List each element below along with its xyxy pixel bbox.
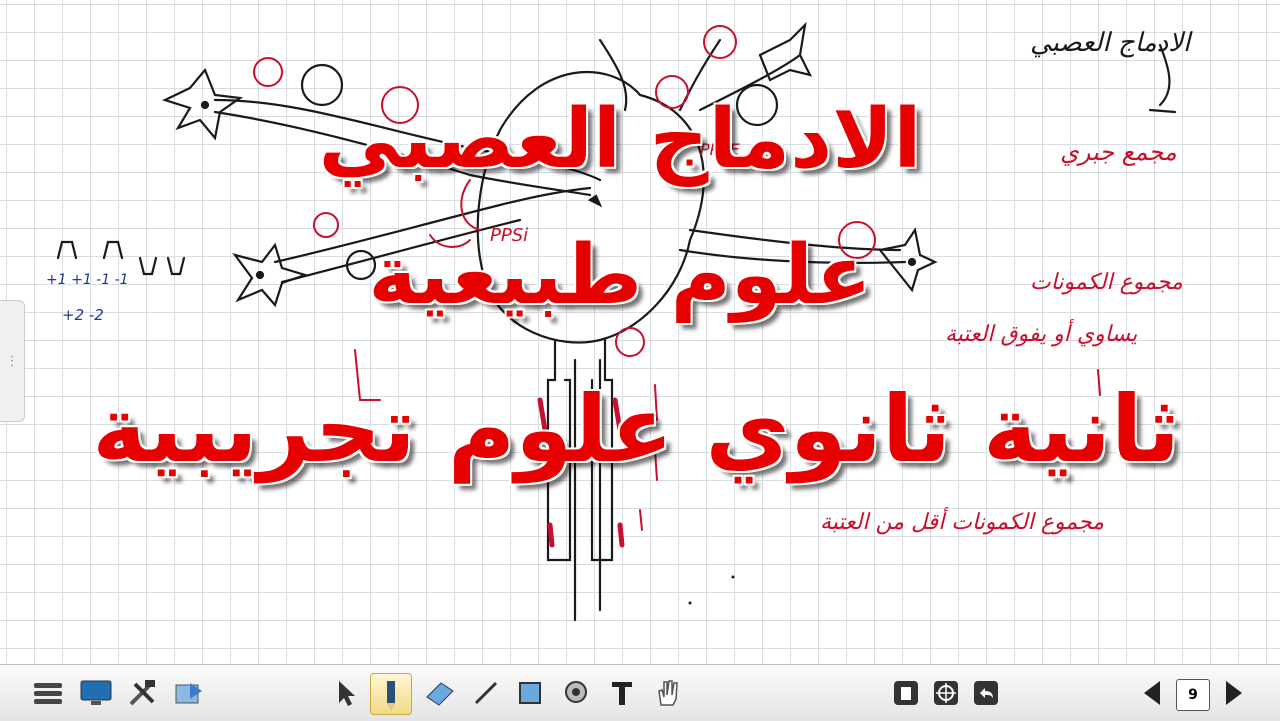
previous-page-icon [1144,681,1160,705]
line-icon [474,681,498,705]
delete-button[interactable] [886,673,926,713]
shape-tool[interactable] [510,673,550,713]
delete-icon [894,681,918,705]
capture-button[interactable] [926,673,966,713]
grip-icon: ⋮ [5,353,19,369]
undo-icon [974,681,998,705]
page-number[interactable]: 9 [1176,679,1210,711]
note-sum-potentials: مجموع الكمونات [1030,270,1183,295]
bottom-toolbar: 9 [0,664,1280,721]
pencil-icon [387,681,395,710]
pen-tool[interactable] [370,673,412,715]
menu-icon [34,683,62,704]
undo-button[interactable] [966,673,1006,713]
eraser-tool[interactable] [420,673,460,713]
next-page-icon [1226,681,1242,705]
fill-tool[interactable] [556,673,596,713]
tools-button[interactable] [122,673,162,713]
text-tool[interactable] [602,673,642,713]
display-icon [80,680,112,705]
target-icon [934,681,958,705]
hand-tool[interactable] [648,673,688,713]
note-left-row2: +2 -2 [62,306,104,324]
pointer-icon [339,681,355,706]
square-icon [519,682,541,704]
eraser-icon [426,682,454,706]
hand-icon [658,680,678,706]
text-icon [612,682,632,705]
note-equal-or-above-threshold: يساوي أو يفوق العتبة [945,322,1138,347]
select-tool[interactable] [326,673,366,713]
title-natural-sciences: علوم طبيعية [368,228,872,323]
note-below-threshold: مجموع الكمونات أقل من العتبة [820,510,1105,535]
note-heading: الادماج العصبي [1030,28,1191,58]
note-algebraic-sum: مجمع جبري [1060,138,1177,166]
menu-button[interactable] [28,673,68,713]
whiteboard-canvas[interactable]: ⋮ الادماج العصبي مجمع جبري مجموع الكمونا… [0,0,1280,664]
import-button[interactable] [170,673,210,713]
previous-page-button[interactable] [1132,673,1172,713]
line-tool[interactable] [466,673,506,713]
next-page-button[interactable] [1214,673,1254,713]
display-button[interactable] [76,673,116,713]
import-icon [175,683,202,704]
fill-icon [565,681,587,703]
title-neural-integration: الادماج العصبي [318,92,922,187]
tools-icon [129,680,155,706]
neuron-body-lower [232,242,309,308]
side-panel-tab[interactable]: ⋮ [0,300,25,422]
note-left-row1: +1 +1 -1 -1 [46,272,129,288]
title-grade-stream: ثانية ثانوي علوم تجريبية [92,376,1180,483]
